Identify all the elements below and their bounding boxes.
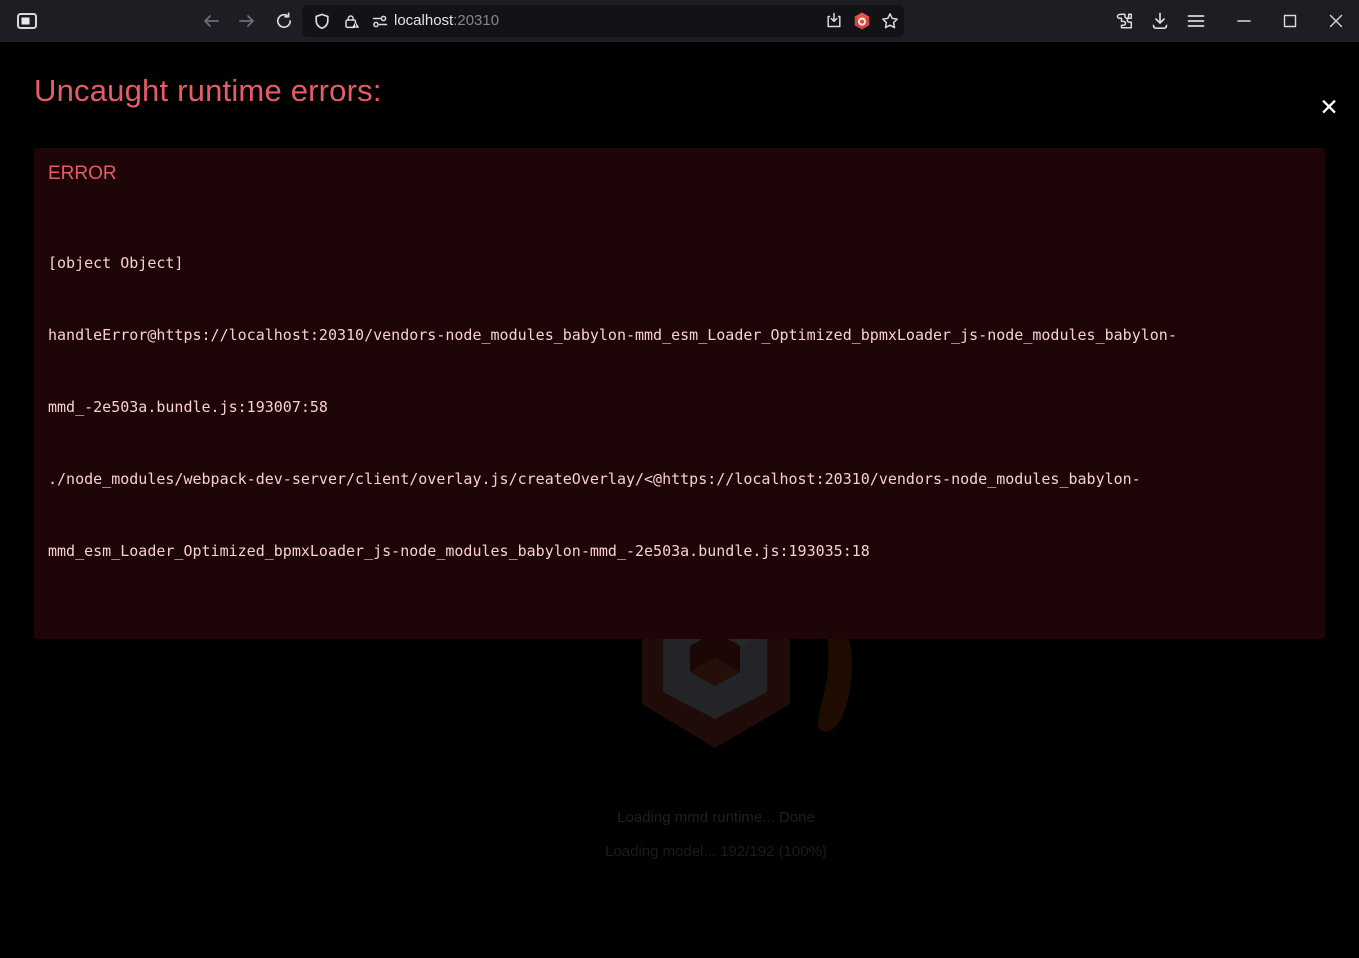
- browser-window: localhost:20310: [0, 0, 1359, 958]
- maximize-button[interactable]: [1275, 6, 1305, 36]
- browser-toolbar: localhost:20310: [0, 0, 1359, 42]
- back-icon: [202, 13, 220, 29]
- permissions-button[interactable]: [366, 7, 394, 35]
- download-icon: [1150, 11, 1170, 31]
- reload-icon: [275, 12, 293, 30]
- error-line: [object Object]: [48, 251, 1311, 275]
- permissions-switch-icon: [371, 13, 389, 30]
- save-page-button[interactable]: [820, 7, 848, 35]
- tracking-protection-button[interactable]: [308, 7, 336, 35]
- overlay-close-icon[interactable]: ✕: [1315, 94, 1343, 122]
- url-display[interactable]: localhost:20310: [394, 5, 499, 37]
- error-line: mmd_esm_Loader_Optimized_bpmxLoader_js-n…: [48, 539, 1311, 563]
- error-line: ./node_modules/webpack-dev-server/client…: [48, 467, 1311, 491]
- error-line: handleError@https://localhost:20310/vend…: [48, 323, 1311, 347]
- maximize-icon: [1283, 14, 1297, 28]
- hamburger-menu-icon: [1187, 14, 1205, 28]
- bookmark-button[interactable]: [876, 7, 904, 35]
- bookmark-star-icon: [881, 12, 899, 30]
- window-close-icon: [1329, 14, 1343, 28]
- reload-button[interactable]: [269, 6, 299, 36]
- minimize-button[interactable]: [1229, 6, 1259, 36]
- connection-security-button[interactable]: [338, 7, 366, 35]
- menu-button[interactable]: [1181, 6, 1211, 36]
- extensions-puzzle-icon: [1114, 11, 1134, 31]
- window-close-button[interactable]: [1321, 6, 1351, 36]
- back-button[interactable]: [196, 6, 226, 36]
- downloads-button[interactable]: [1145, 6, 1175, 36]
- error-message-box: ERROR [object Object] handleError@https:…: [34, 148, 1325, 639]
- error-severity-label: ERROR: [48, 161, 1311, 187]
- extensions-button[interactable]: [1109, 6, 1139, 36]
- error-line: mmd_-2e503a.bundle.js:193007:58: [48, 395, 1311, 419]
- minimize-icon: [1237, 14, 1251, 28]
- url-port: :20310: [453, 12, 499, 29]
- forward-icon: [238, 13, 256, 29]
- red-hexagon-extension-icon: [852, 11, 872, 31]
- url-host: localhost: [394, 12, 453, 29]
- runtime-error-overlay: ✕ Uncaught runtime errors: ERROR [object…: [0, 42, 1359, 958]
- page-content: Loading mmd runtime... Done Loading mode…: [0, 42, 1359, 958]
- overlay-title: Uncaught runtime errors:: [34, 72, 1325, 109]
- extension-page-action-button[interactable]: [848, 7, 876, 35]
- shield-icon: [314, 13, 330, 30]
- forward-button[interactable]: [232, 6, 262, 36]
- firefox-view-button[interactable]: [12, 6, 42, 36]
- save-page-icon: [825, 12, 843, 30]
- lock-warning-icon: [343, 13, 361, 30]
- error-stack-trace: [object Object] handleError@https://loca…: [48, 203, 1311, 611]
- firefox-view-icon: [16, 12, 38, 30]
- url-bar[interactable]: localhost:20310: [302, 5, 904, 37]
